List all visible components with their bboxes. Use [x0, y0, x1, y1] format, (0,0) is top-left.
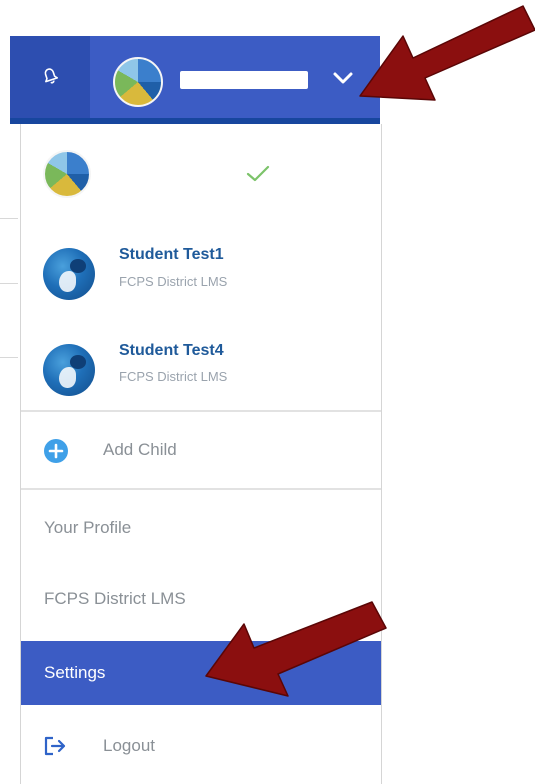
- child-organization: FCPS District LMS: [119, 274, 228, 289]
- child-account-item[interactable]: Student Test4 FCPS District LMS: [21, 324, 381, 410]
- your-profile-item[interactable]: Your Profile: [21, 490, 381, 562]
- logout-label: Logout: [103, 736, 155, 755]
- check-icon: [245, 164, 271, 189]
- bell-icon: [38, 63, 62, 92]
- chevron-down-icon: [332, 70, 354, 91]
- logout-item[interactable]: Logout: [21, 707, 381, 784]
- plus-circle-icon: [43, 438, 69, 469]
- district-lms-label: FCPS District LMS: [44, 589, 186, 608]
- page: Student Test1 FCPS District LMS Student …: [0, 0, 535, 784]
- child-avatar: [43, 344, 95, 396]
- current-account-avatar: [43, 150, 91, 198]
- settings-label: Settings: [44, 663, 106, 682]
- current-user-name-redacted[interactable]: [180, 71, 308, 89]
- annotation-arrow-icon: [205, 601, 387, 697]
- current-user-avatar[interactable]: [113, 57, 163, 107]
- notifications-button[interactable]: [10, 36, 90, 118]
- child-name: Student Test1: [119, 246, 224, 263]
- annotation-arrow-icon: [359, 5, 535, 101]
- background-divider: [0, 218, 18, 219]
- background-divider: [0, 357, 18, 358]
- logout-icon: [43, 735, 69, 762]
- background-divider: [0, 283, 18, 284]
- account-menu-toggle[interactable]: [328, 66, 358, 94]
- current-account-item[interactable]: [21, 124, 381, 224]
- your-profile-label: Your Profile: [44, 518, 132, 537]
- add-child-label: Add Child: [103, 440, 177, 459]
- child-avatar: [43, 248, 95, 300]
- child-account-item[interactable]: Student Test1 FCPS District LMS: [21, 224, 381, 324]
- child-organization: FCPS District LMS: [119, 369, 228, 384]
- add-child-item[interactable]: Add Child: [21, 412, 381, 488]
- child-name: Student Test4: [119, 342, 224, 359]
